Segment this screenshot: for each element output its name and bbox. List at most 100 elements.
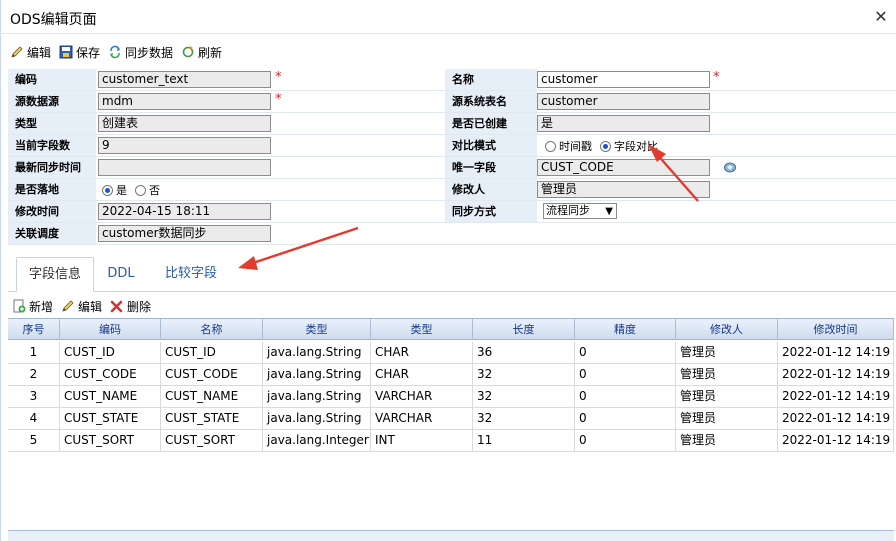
form-row: 关联调度 customer数据同步	[8, 223, 896, 245]
grid-header: 序号 编码 名称 类型 类型 长度 精度 修改人 修改时间	[8, 318, 894, 340]
code-label: 编码	[8, 69, 96, 90]
unique-field-label: 唯一字段	[445, 157, 537, 178]
linked-schedule-label: 关联调度	[8, 223, 96, 244]
required-mark: *	[275, 70, 282, 85]
tab-field-info[interactable]: 字段信息	[16, 257, 94, 292]
form-row: 最新同步时间 唯一字段 CUST_CODE	[8, 157, 896, 179]
grid-toolbar: 新增 编辑 删除	[12, 297, 159, 315]
cell-modifier: 管理员	[676, 408, 778, 429]
chevron-down-icon: ▼	[605, 206, 613, 217]
name-label: 名称	[445, 69, 537, 90]
radio-field-compare[interactable]: 字段对比	[600, 138, 658, 154]
edit-button[interactable]: 编辑	[10, 44, 51, 61]
refresh-icon	[181, 45, 195, 59]
tab-compare-fields[interactable]: 比较字段	[156, 257, 226, 292]
linked-schedule-field[interactable]: customer数据同步	[98, 225, 271, 242]
modifier-field[interactable]: 管理员	[537, 181, 710, 198]
cell-name: CUST_SORT	[161, 430, 263, 451]
form-row: 是否落地 是 否 修改人 管理员	[8, 179, 896, 201]
source-table-field[interactable]: customer	[537, 93, 710, 110]
table-row[interactable]: 2 CUST_CODE CUST_CODE java.lang.String CHAR 3…	[8, 364, 894, 386]
is-created-field[interactable]: 是	[537, 115, 710, 132]
last-sync-time-field[interactable]	[98, 159, 271, 176]
modify-time-label: 修改时间	[8, 201, 96, 222]
field-count-field[interactable]: 9	[98, 137, 271, 154]
cell-seq: 5	[8, 430, 60, 451]
unique-field-field[interactable]: CUST_CODE	[537, 159, 710, 176]
col-header-modify-time[interactable]: 修改时间	[778, 319, 894, 340]
add-label: 新增	[29, 299, 54, 314]
last-sync-time-label: 最新同步时间	[8, 157, 96, 178]
cell-java-type: java.lang.String	[263, 364, 371, 385]
cell-precision: 0	[575, 364, 676, 385]
pencil-icon	[10, 45, 24, 59]
radio-no-label: 否	[149, 184, 160, 197]
modify-time-field[interactable]: 2022-04-15 18:11	[98, 203, 271, 220]
cell-modify-time: 2022-01-12 14:19	[778, 342, 894, 363]
col-header-java-type[interactable]: 类型	[263, 319, 371, 340]
close-button[interactable]: ✕	[872, 8, 890, 26]
table-row[interactable]: 5 CUST_SORT CUST_SORT java.lang.Integer INT 1…	[8, 430, 894, 452]
cell-modify-time: 2022-01-12 14:19	[778, 430, 894, 451]
cell-length: 32	[473, 386, 575, 407]
col-header-precision[interactable]: 精度	[575, 319, 676, 340]
is-created-label: 是否已创建	[445, 113, 537, 134]
edit-label: 编辑	[27, 45, 52, 60]
cell-java-type: java.lang.String	[263, 408, 371, 429]
delete-icon	[110, 299, 124, 313]
lookup-icon[interactable]	[723, 161, 737, 174]
cell-seq: 4	[8, 408, 60, 429]
refresh-button[interactable]: 刷新	[181, 44, 222, 61]
cell-precision: 0	[575, 408, 676, 429]
cell-db-type: VARCHAR	[371, 386, 473, 407]
cell-name: CUST_ID	[161, 342, 263, 363]
sync-method-select[interactable]: 流程同步 ▼	[543, 203, 617, 219]
type-field[interactable]: 创建表	[98, 115, 271, 132]
refresh-label: 刷新	[198, 45, 223, 60]
cell-code: CUST_STATE	[60, 408, 161, 429]
radio-field-compare-label: 字段对比	[614, 140, 658, 153]
cell-modifier: 管理员	[676, 342, 778, 363]
radio-no[interactable]: 否	[135, 182, 160, 198]
col-header-length[interactable]: 长度	[473, 319, 575, 340]
source-datasource-label: 源数据源	[8, 91, 96, 112]
cell-precision: 0	[575, 342, 676, 363]
radio-yes[interactable]: 是	[102, 182, 127, 198]
table-row[interactable]: 4 CUST_STATE CUST_STATE java.lang.String VAR…	[8, 408, 894, 430]
col-header-code[interactable]: 编码	[60, 319, 161, 340]
delete-button[interactable]: 删除	[110, 298, 151, 315]
col-header-db-type[interactable]: 类型	[371, 319, 473, 340]
radio-circle[interactable]	[545, 140, 556, 152]
source-datasource-field[interactable]: mdm	[98, 93, 271, 110]
table-row[interactable]: 1 CUST_ID CUST_ID java.lang.String CHAR 36 0 管理…	[8, 342, 894, 364]
radio-circle-selected[interactable]	[102, 184, 113, 196]
radio-timestamp[interactable]: 时间戳	[545, 138, 592, 154]
code-field[interactable]: customer_text	[98, 71, 271, 88]
sync-data-button[interactable]: 同步数据	[108, 44, 173, 61]
cell-db-type: CHAR	[371, 364, 473, 385]
grid-edit-label: 编辑	[78, 299, 103, 314]
table-row[interactable]: 3 CUST_NAME CUST_NAME java.lang.String VARCH…	[8, 386, 894, 408]
col-header-name[interactable]: 名称	[161, 319, 263, 340]
cell-code: CUST_SORT	[60, 430, 161, 451]
cell-length: 11	[473, 430, 575, 451]
window-title: ODS编辑页面	[10, 12, 97, 28]
cell-java-type: java.lang.String	[263, 386, 371, 407]
name-field[interactable]: customer	[537, 71, 710, 88]
cell-code: CUST_ID	[60, 342, 161, 363]
grid-edit-button[interactable]: 编辑	[61, 298, 102, 315]
col-header-seq[interactable]: 序号	[8, 319, 60, 340]
sync-data-label: 同步数据	[125, 45, 174, 60]
add-icon	[12, 299, 26, 313]
pagination-bar	[8, 530, 894, 541]
save-button[interactable]: 保存	[59, 44, 100, 61]
main-toolbar: 编辑 保存 同步数据 刷新	[10, 42, 230, 62]
col-header-modifier[interactable]: 修改人	[676, 319, 778, 340]
tab-ddl[interactable]: DDL	[98, 257, 144, 292]
radio-circle[interactable]	[135, 184, 146, 196]
radio-circle-selected[interactable]	[600, 140, 611, 152]
add-button[interactable]: 新增	[12, 298, 53, 315]
save-label: 保存	[76, 45, 101, 60]
cell-length: 36	[473, 342, 575, 363]
cell-precision: 0	[575, 430, 676, 451]
